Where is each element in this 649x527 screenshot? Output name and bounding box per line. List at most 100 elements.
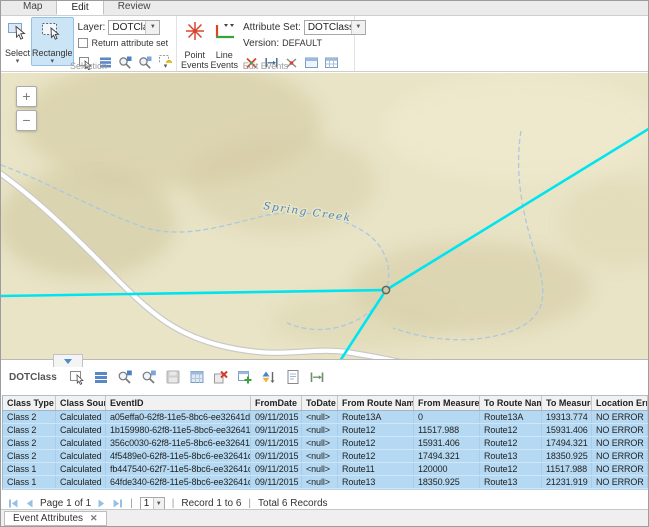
rectangle-button-label: Rectangle <box>32 48 73 58</box>
column-header[interactable]: FromDate <box>251 396 302 410</box>
return-attribute-set-label: Return attribute set <box>92 38 169 48</box>
table-cell: Class 2 <box>3 437 56 449</box>
layer-combobox-arrow-icon: ▼ <box>145 21 159 34</box>
previous-page-button[interactable] <box>24 498 35 509</box>
rectangle-tool-icon <box>40 20 64 47</box>
table-cell: NO ERROR <box>592 411 648 423</box>
delete-record-icon[interactable] <box>213 369 229 385</box>
column-header[interactable]: To Measure <box>542 396 592 410</box>
total-records-text: Total 6 Records <box>258 498 327 509</box>
zoom-out-button[interactable]: − <box>16 110 37 131</box>
last-page-button[interactable] <box>112 498 123 509</box>
column-header[interactable]: Location Error <box>592 396 648 410</box>
record-range-text: Record 1 to 6 <box>181 498 241 509</box>
select-button-label: Select <box>5 48 30 58</box>
first-page-button[interactable] <box>8 498 19 509</box>
column-header[interactable]: Class Source <box>56 396 106 410</box>
column-header[interactable]: EventID <box>106 396 251 410</box>
map-viewport: Spring Creek + − <box>1 73 649 359</box>
table-row[interactable]: Class 2Calculated356c0030-62f8-11e5-8bc6… <box>3 437 648 450</box>
layer-combobox[interactable]: DOTClass ▼ <box>108 20 160 35</box>
table-cell: a05effa0-62f8-11e5-8bc6-ee32641d5ec9 <box>106 411 251 423</box>
event-attributes-tab-label: Event Attributes <box>13 513 83 524</box>
column-header[interactable]: ToDate <box>302 396 338 410</box>
table-row[interactable]: Class 2Calculated4f5489e0-62f8-11e5-8bc6… <box>3 450 648 463</box>
map-canvas[interactable]: Spring Creek <box>1 73 649 359</box>
table-cell: Calculated <box>56 476 106 488</box>
table-row[interactable]: Class 2Calculated1b159980-62f8-11e5-8bc6… <box>3 424 648 437</box>
rectangle-button[interactable]: Rectangle ▾ <box>31 17 74 66</box>
tab-map[interactable]: Map <box>9 0 56 15</box>
zoom-in-button[interactable]: + <box>16 86 37 107</box>
attribute-set-label: Attribute Set: <box>243 22 301 33</box>
table-cell: Route12 <box>480 437 542 449</box>
edit-events-group-label: Edit Events <box>177 61 354 71</box>
add-record-icon[interactable] <box>237 369 253 385</box>
field-calculator-icon[interactable] <box>189 369 205 385</box>
table-cell: Route12 <box>480 463 542 475</box>
point-events-icon <box>182 20 208 49</box>
ribbon: Select ▾ Rectangle ▾ Layer: DOTClass <box>1 16 648 72</box>
table-cell: 17494.321 <box>542 437 592 449</box>
table-cell: Route13 <box>480 476 542 488</box>
edit-form-icon[interactable] <box>285 369 301 385</box>
table-cell: 09/11/2015 <box>251 476 302 488</box>
attribute-set-combobox[interactable]: DOTClass ▼ <box>304 20 366 35</box>
version-label: Version: <box>243 38 279 49</box>
pan-to-selection-icon[interactable] <box>141 369 157 385</box>
page-number-value: 1 <box>141 498 153 509</box>
close-tab-icon[interactable]: ✕ <box>90 514 98 523</box>
table-cell: NO ERROR <box>592 424 648 436</box>
table-cell: Class 1 <box>3 476 56 488</box>
select-records-icon[interactable] <box>69 369 85 385</box>
attribute-set-combobox-value: DOTClass <box>305 22 351 33</box>
table-cell: NO ERROR <box>592 437 648 449</box>
page-indicator-text: Page 1 of 1 <box>40 498 91 509</box>
table-cell: Calculated <box>56 411 106 423</box>
route-junction-vertex[interactable] <box>382 286 389 293</box>
table-cell: 18350.925 <box>414 476 480 488</box>
sort-records-icon[interactable] <box>261 369 277 385</box>
table-cell: Route11 <box>338 463 414 475</box>
table-cell: 21231.919 <box>542 476 592 488</box>
table-cell: <null> <box>302 463 338 475</box>
next-page-button[interactable] <box>96 498 107 509</box>
column-header[interactable]: To Route Name <box>480 396 542 410</box>
table-cell: 15931.406 <box>414 437 480 449</box>
page-number-arrow-icon: ▼ <box>153 498 164 509</box>
panel-layer-title: DOTClass <box>9 372 57 383</box>
tab-review[interactable]: Review <box>104 0 165 15</box>
layer-label: Layer: <box>78 22 106 33</box>
table-cell: 120000 <box>414 463 480 475</box>
event-attributes-tab[interactable]: Event Attributes ✕ <box>4 511 107 526</box>
column-header[interactable]: From Route Name <box>338 396 414 410</box>
table-cell: Route13A <box>338 411 414 423</box>
measure-range-icon[interactable] <box>309 369 325 385</box>
column-header[interactable]: From Measure <box>414 396 480 410</box>
return-attribute-set-checkbox[interactable] <box>78 38 88 48</box>
table-row[interactable]: Class 2Calculateda05effa0-62f8-11e5-8bc6… <box>3 411 648 424</box>
table-cell: 64fde340-62f8-11e5-8bc6-ee32641d5ec9 <box>106 476 251 488</box>
table-row[interactable]: Class 1Calculatedfb447540-62f7-11e5-8bc6… <box>3 463 648 476</box>
table-cell: 09/11/2015 <box>251 411 302 423</box>
zoom-to-selection-icon[interactable] <box>117 369 133 385</box>
collapse-triangle-icon <box>64 359 72 364</box>
table-cell: <null> <box>302 411 338 423</box>
table-cell: fb447540-62f7-11e5-8bc6-ee32641d5ec9 <box>106 463 251 475</box>
table-cell: NO ERROR <box>592 450 648 462</box>
table-cell: 4f5489e0-62f8-11e5-8bc6-ee32641d5ec9 <box>106 450 251 462</box>
table-cell: 15931.406 <box>542 424 592 436</box>
table-row[interactable]: Class 1Calculated64fde340-62f8-11e5-8bc6… <box>3 476 648 489</box>
save-icon[interactable] <box>165 369 181 385</box>
ribbon-tabbar: Map Edit Review <box>1 1 648 16</box>
table-cell: NO ERROR <box>592 476 648 488</box>
select-button[interactable]: Select ▾ <box>4 17 31 66</box>
table-cell: Route13 <box>480 450 542 462</box>
column-header[interactable]: Class Type <box>3 396 56 410</box>
table-cell: 11517.988 <box>414 424 480 436</box>
table-cell: 09/11/2015 <box>251 424 302 436</box>
panel-collapse-button[interactable] <box>53 354 83 367</box>
show-selected-records-icon[interactable] <box>93 369 109 385</box>
table-cell: Calculated <box>56 450 106 462</box>
tab-edit[interactable]: Edit <box>56 0 103 15</box>
